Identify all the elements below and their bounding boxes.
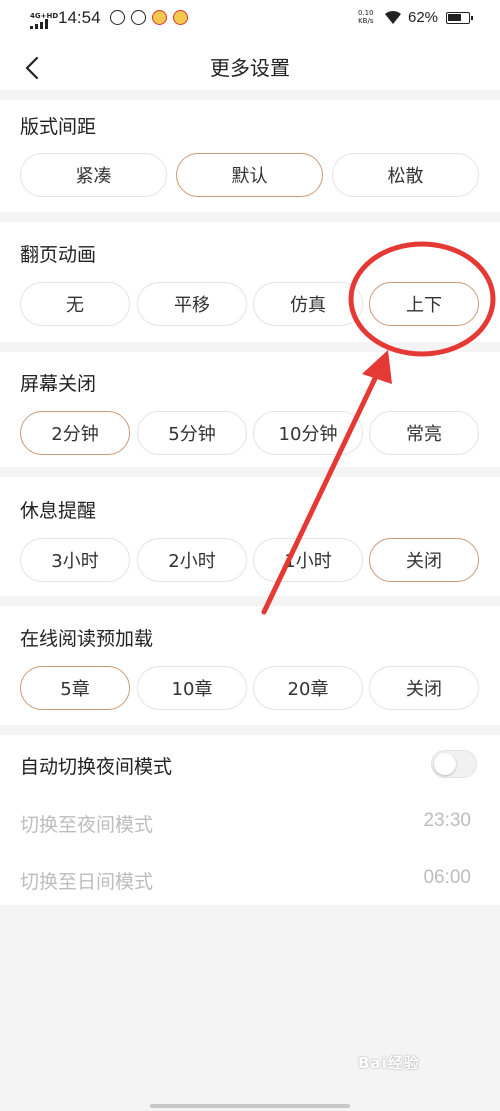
battery-icon bbox=[446, 12, 473, 24]
page-turn-option[interactable]: 仿真 bbox=[253, 282, 363, 326]
screen-off-option[interactable]: 2分钟 bbox=[20, 411, 130, 455]
page-turn-option[interactable]: 平移 bbox=[137, 282, 247, 326]
screen-off-option[interactable]: 5分钟 bbox=[137, 411, 247, 455]
screen-off-option[interactable]: 常亮 bbox=[369, 411, 479, 455]
signal-icon bbox=[30, 19, 52, 29]
preload-option[interactable]: 5章 bbox=[20, 666, 130, 710]
divider bbox=[0, 90, 500, 100]
switch-to-day-label: 切换至日间模式 bbox=[20, 871, 154, 893]
watermark-logo: Bai经验 bbox=[358, 1054, 420, 1072]
preload-option[interactable]: 20章 bbox=[253, 666, 363, 710]
wifi-icon bbox=[385, 10, 401, 24]
page-turn-animation-title: 翻页动画 bbox=[20, 244, 97, 266]
layout-spacing-option[interactable]: 默认 bbox=[176, 153, 323, 197]
screen-off-title: 屏幕关闭 bbox=[20, 373, 97, 395]
divider bbox=[0, 725, 500, 735]
divider bbox=[0, 212, 500, 222]
battery-percent: 62% bbox=[408, 9, 439, 26]
notification-app-icon bbox=[110, 10, 125, 25]
page-turn-option[interactable]: 无 bbox=[20, 282, 130, 326]
preload-title: 在线阅读预加载 bbox=[20, 628, 154, 650]
switch-to-night-time[interactable]: 23:30 bbox=[423, 810, 471, 832]
auto-night-mode-toggle[interactable] bbox=[431, 750, 477, 778]
home-indicator[interactable] bbox=[150, 1104, 350, 1108]
page-turn-option[interactable]: 上下 bbox=[369, 282, 479, 326]
net-speed-value: 0.10 bbox=[358, 9, 374, 17]
notification-app-icon bbox=[131, 10, 146, 25]
notification-icons bbox=[110, 10, 188, 25]
rest-reminder-option[interactable]: 1小时 bbox=[253, 538, 363, 582]
screen-off-option[interactable]: 10分钟 bbox=[253, 411, 363, 455]
switch-to-night-label: 切换至夜间模式 bbox=[20, 814, 154, 836]
layout-spacing-title: 版式间距 bbox=[20, 116, 97, 138]
rest-reminder-option[interactable]: 关闭 bbox=[369, 538, 479, 582]
net-speed-unit: KB/s bbox=[358, 17, 374, 25]
divider bbox=[0, 596, 500, 606]
toggle-knob bbox=[434, 753, 456, 775]
layout-spacing-option[interactable]: 紧凑 bbox=[20, 153, 167, 197]
notification-app-icon bbox=[152, 10, 167, 25]
switch-to-day-time[interactable]: 06:00 bbox=[423, 867, 471, 889]
rest-reminder-title: 休息提醒 bbox=[20, 500, 97, 522]
status-bar: 4G+HD 14:54 0.10 KB/s 62% bbox=[0, 0, 500, 38]
rest-reminder-option[interactable]: 3小时 bbox=[20, 538, 130, 582]
status-time: 14:54 bbox=[58, 8, 101, 27]
preload-option[interactable]: 10章 bbox=[137, 666, 247, 710]
preload-option[interactable]: 关闭 bbox=[369, 666, 479, 710]
layout-spacing-option[interactable]: 松散 bbox=[332, 153, 479, 197]
notification-app-icon bbox=[173, 10, 188, 25]
rest-reminder-option[interactable]: 2小时 bbox=[137, 538, 247, 582]
auto-night-mode-label: 自动切换夜间模式 bbox=[20, 756, 173, 778]
divider bbox=[0, 467, 500, 477]
net-speed: 0.10 KB/s bbox=[358, 9, 374, 25]
page-title: 更多设置 bbox=[210, 56, 290, 80]
divider bbox=[0, 342, 500, 352]
